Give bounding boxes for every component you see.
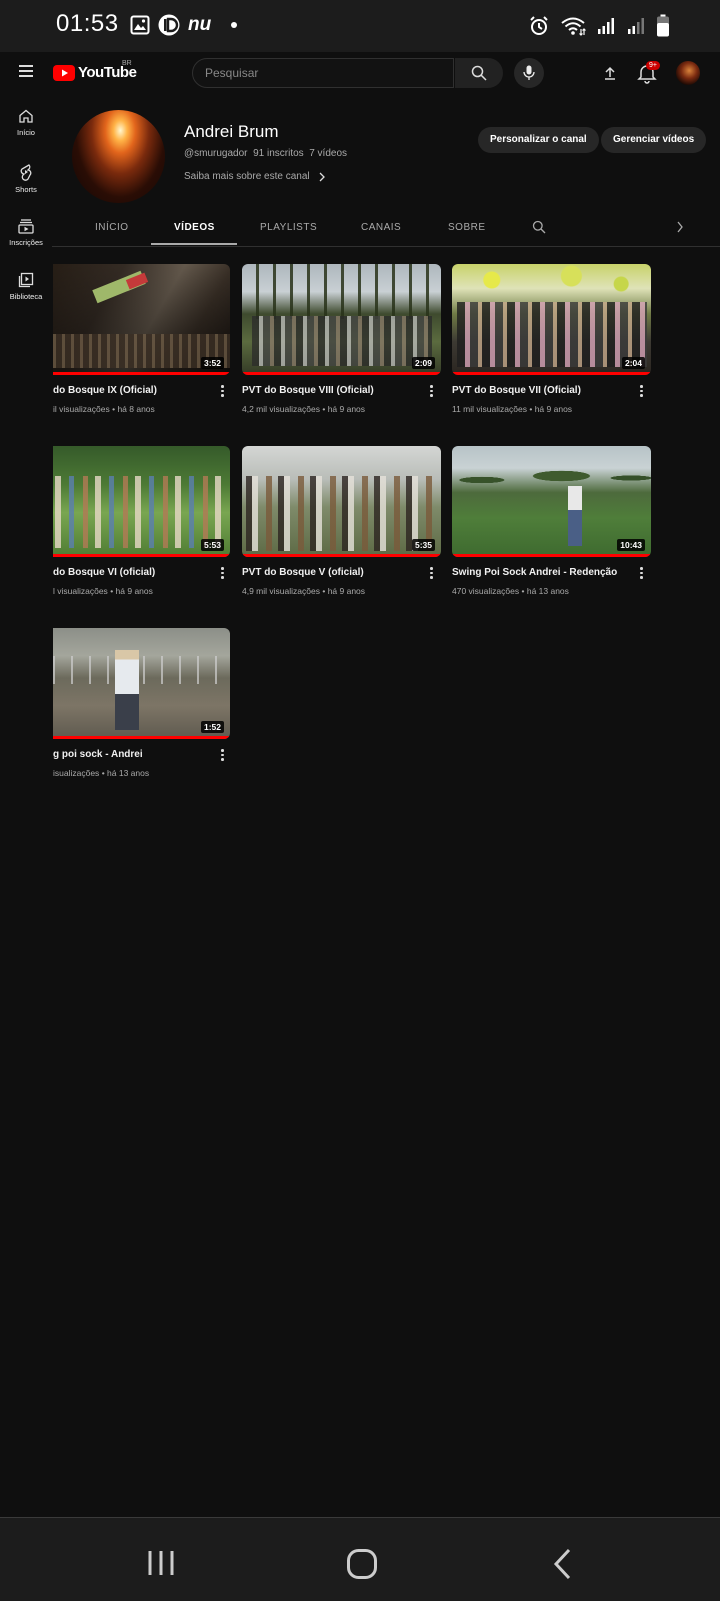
video-menu-icon[interactable] — [221, 385, 225, 399]
video-duration: 5:53 — [200, 539, 224, 551]
video-thumbnail[interactable]: 2:09 — [242, 264, 441, 375]
video-meta: 470 visualizações • há 13 anos — [452, 586, 569, 596]
system-navigation-bar — [0, 1517, 720, 1601]
video-menu-icon[interactable] — [221, 749, 225, 763]
thumbnail-people — [55, 476, 225, 548]
watch-progress-bar — [242, 554, 441, 557]
video-duration: 5:35 — [411, 539, 435, 551]
watch-progress-bar — [53, 736, 230, 739]
video-age: há 8 anos — [117, 404, 155, 414]
video-age: há 9 anos — [327, 586, 366, 596]
video-thumbnail[interactable]: 3:52 — [53, 264, 230, 375]
video-title[interactable]: g poi sock - Andrei — [53, 749, 233, 760]
meta-separator: • — [529, 404, 533, 414]
back-icon[interactable] — [552, 1548, 574, 1580]
meta-separator: • — [110, 586, 114, 596]
watch-progress-bar — [452, 372, 651, 375]
video-duration: 2:04 — [621, 357, 645, 369]
video-thumbnail[interactable]: 1:52 — [53, 628, 230, 739]
video-views: 470 visualizações — [452, 586, 520, 596]
video-thumbnail[interactable]: 5:35 — [242, 446, 441, 557]
video-age: há 9 anos — [327, 404, 366, 414]
video-age: há 9 anos — [115, 586, 153, 596]
video-title[interactable]: do Bosque IX (Oficial) — [53, 385, 233, 396]
video-title[interactable]: Swing Poi Sock Andrei - Redenção — [452, 567, 632, 578]
video-duration: 10:43 — [617, 539, 645, 551]
video-title[interactable]: PVT do Bosque V (oficial) — [242, 567, 422, 578]
thumbnail-trees — [242, 264, 441, 319]
video-thumbnail[interactable]: 5:53 — [53, 446, 230, 557]
watch-progress-bar — [53, 554, 230, 557]
meta-separator: • — [322, 586, 326, 596]
video-age: há 13 anos — [526, 586, 569, 596]
meta-separator: • — [101, 768, 105, 778]
thumbnail-people — [246, 476, 438, 551]
video-views: l visualizações — [53, 586, 108, 596]
video-thumbnail[interactable]: 2:04 — [452, 264, 651, 375]
watch-progress-bar — [242, 372, 441, 375]
video-views: 11 mil visualizações — [452, 404, 527, 414]
video-duration: 3:52 — [200, 357, 224, 369]
video-views: 4,2 mil visualizações — [242, 404, 320, 414]
video-views: isualizações — [53, 768, 100, 778]
video-meta: isualizações • há 13 anos — [53, 768, 149, 778]
thumbnail-person — [568, 486, 582, 546]
video-meta: 4,2 mil visualizações • há 9 anos — [242, 404, 365, 414]
meta-separator: • — [112, 404, 116, 414]
video-grid: 3:52 do Bosque IX (Oficial) il visualiza… — [0, 0, 720, 800]
video-menu-icon[interactable] — [430, 567, 434, 581]
watch-progress-bar — [452, 554, 651, 557]
video-menu-icon[interactable] — [221, 567, 225, 581]
video-menu-icon[interactable] — [640, 567, 644, 581]
video-meta: l visualizações • há 9 anos — [53, 586, 153, 596]
video-title[interactable]: PVT do Bosque VII (Oficial) — [452, 385, 632, 396]
video-meta: 11 mil visualizações • há 9 anos — [452, 404, 572, 414]
video-views: il visualizações — [53, 404, 110, 414]
video-age: há 9 anos — [534, 404, 573, 414]
video-title[interactable]: do Bosque VI (oficial) — [53, 567, 233, 578]
thumbnail-decor — [452, 264, 651, 304]
meta-separator: • — [322, 404, 326, 414]
thumbnail-fence — [53, 656, 230, 684]
thumbnail-trees — [452, 456, 651, 496]
video-thumbnail[interactable]: 10:43 — [452, 446, 651, 557]
recent-apps-icon[interactable] — [146, 1548, 176, 1578]
video-views: 4,9 mil visualizações — [242, 586, 320, 596]
video-age: há 13 anos — [107, 768, 150, 778]
thumbnail-person — [115, 650, 139, 730]
thumbnail-crowd — [457, 302, 647, 367]
video-duration: 2:09 — [411, 357, 435, 369]
video-duration: 1:52 — [200, 721, 224, 733]
video-menu-icon[interactable] — [430, 385, 434, 399]
thumbnail-crowd — [252, 316, 432, 366]
meta-separator: • — [521, 586, 525, 596]
video-title[interactable]: PVT do Bosque VIII (Oficial) — [242, 385, 422, 396]
home-button-icon[interactable] — [346, 1548, 378, 1580]
video-meta: il visualizações • há 8 anos — [53, 404, 155, 414]
video-menu-icon[interactable] — [640, 385, 644, 399]
video-meta: 4,9 mil visualizações • há 9 anos — [242, 586, 365, 596]
watch-progress-bar — [53, 372, 230, 375]
